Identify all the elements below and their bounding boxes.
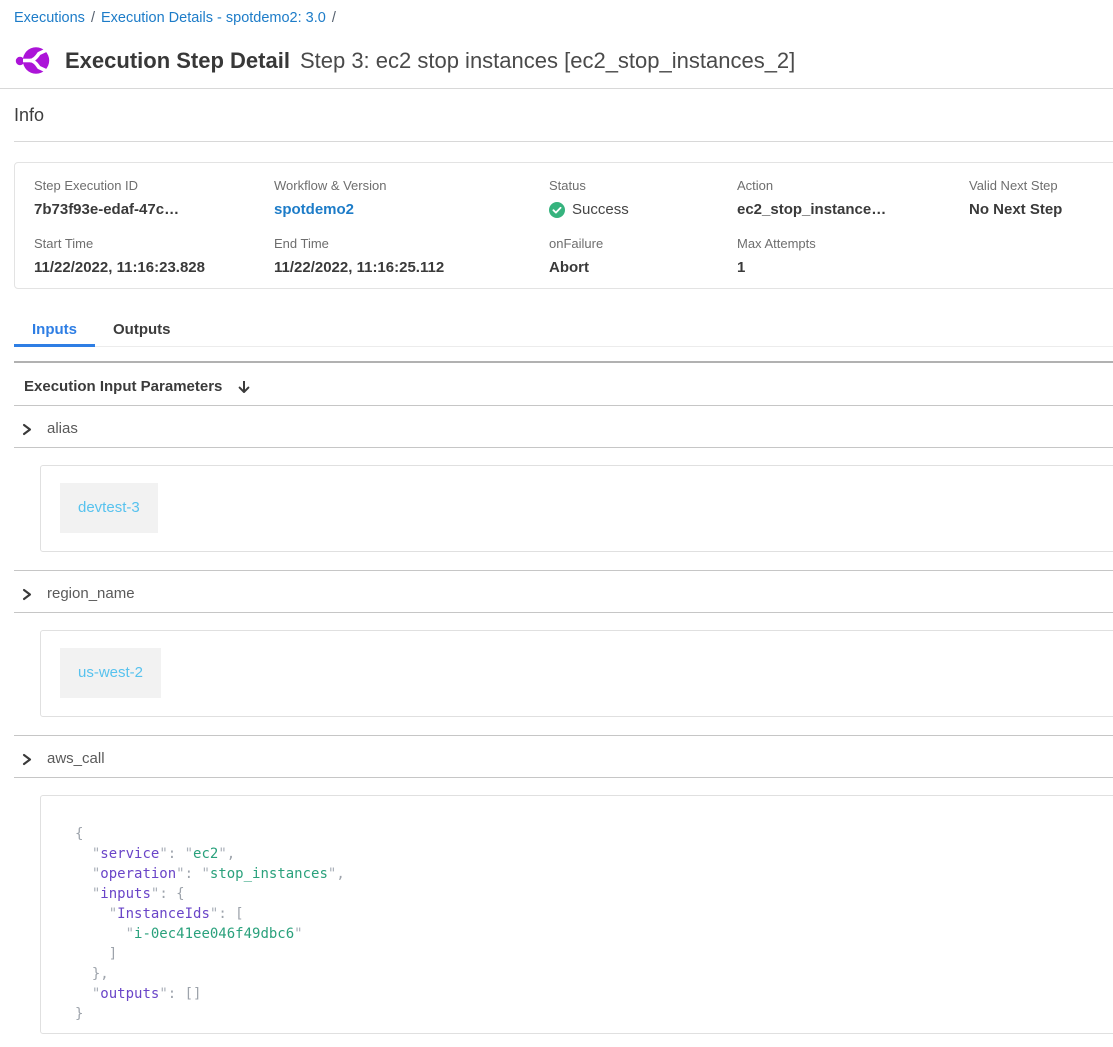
field-value: 7b73f93e-edaf-47c…: [34, 200, 274, 219]
field-value: 1: [737, 258, 969, 277]
field-label: End Time: [274, 236, 549, 251]
page-title: Execution Step Detail: [65, 48, 290, 74]
field-label: Status: [549, 178, 737, 193]
param-name-aws-call: aws_call: [47, 750, 105, 768]
workflow-link[interactable]: spotdemo2: [274, 200, 549, 219]
breadcrumb-separator: /: [91, 10, 95, 26]
row-divider: [14, 612, 1113, 613]
field-label: Action: [737, 178, 969, 193]
param-name-alias: alias: [47, 420, 78, 438]
tab-outputs[interactable]: Outputs: [95, 314, 189, 347]
field-value: 11/22/2022, 11:16:23.828: [34, 258, 274, 277]
field-label: Step Execution ID: [34, 178, 274, 193]
page-subtitle: Step 3: ec2 stop instances [ec2_stop_ins…: [300, 48, 795, 74]
info-divider: [14, 141, 1113, 142]
title-divider: [0, 88, 1113, 89]
field-action: Action ec2_stop_instance…: [737, 178, 969, 219]
aws-call-json-panel: { "service": "ec2", "operation": "stop_i…: [40, 795, 1113, 1034]
info-section-heading: Info: [14, 105, 1113, 126]
field-value: ec2_stop_instance…: [737, 200, 969, 219]
field-value: No Next Step: [969, 200, 1113, 219]
chevron-right-icon[interactable]: [20, 588, 33, 601]
chevron-right-icon[interactable]: [20, 423, 33, 436]
chevron-right-icon[interactable]: [20, 753, 33, 766]
field-workflow-version: Workflow & Version spotdemo2: [274, 178, 549, 219]
breadcrumb-link-execution-details[interactable]: Execution Details - spotdemo2: 3.0: [101, 10, 326, 26]
alias-value-panel: devtest-3: [40, 465, 1113, 552]
region-name-value-panel: us-west-2: [40, 630, 1113, 717]
download-arrow-icon[interactable]: [236, 379, 252, 395]
alias-value-chip: devtest-3: [60, 483, 158, 533]
row-divider: [14, 777, 1113, 778]
field-valid-next-step: Valid Next Step No Next Step: [969, 178, 1113, 219]
page-header: Execution Step Detail Step 3: ec2 stop i…: [14, 45, 1113, 76]
field-label: Workflow & Version: [274, 178, 549, 193]
param-row-region-name[interactable]: region_name: [0, 571, 1113, 612]
success-check-icon: [549, 202, 565, 218]
inputs-outputs-tabs: Inputs Outputs: [14, 314, 1113, 347]
region-name-value-chip: us-west-2: [60, 648, 161, 698]
field-value: Abort: [549, 258, 737, 277]
field-max-attempts: Max Attempts 1: [737, 236, 969, 277]
execution-input-parameters-title: Execution Input Parameters: [24, 377, 222, 396]
breadcrumb: Executions / Execution Details - spotdem…: [14, 10, 1099, 26]
breadcrumb-link-executions[interactable]: Executions: [14, 10, 85, 26]
field-label: Max Attempts: [737, 236, 969, 251]
field-end-time: End Time 11/22/2022, 11:16:25.112: [274, 236, 549, 277]
execution-input-parameters-header: Execution Input Parameters: [0, 363, 1113, 405]
field-value: 11/22/2022, 11:16:25.112: [274, 258, 549, 277]
field-start-time: Start Time 11/22/2022, 11:16:23.828: [34, 236, 274, 277]
row-divider: [14, 447, 1113, 448]
field-step-execution-id: Step Execution ID 7b73f93e-edaf-47c…: [34, 178, 274, 219]
field-onfailure: onFailure Abort: [549, 236, 737, 277]
param-name-region-name: region_name: [47, 585, 135, 603]
workflow-app-icon: [14, 45, 52, 76]
step-info-card: Step Execution ID 7b73f93e-edaf-47c… Wor…: [14, 162, 1113, 289]
field-label: Start Time: [34, 236, 274, 251]
param-row-alias[interactable]: alias: [0, 406, 1113, 447]
status-badge: Success: [572, 200, 629, 219]
param-row-aws-call[interactable]: aws_call: [0, 736, 1113, 777]
field-status: Status Success: [549, 178, 737, 219]
field-label: Valid Next Step: [969, 178, 1113, 193]
tab-inputs[interactable]: Inputs: [14, 314, 95, 347]
json-code: { "service": "ec2", "operation": "stop_i…: [75, 824, 1113, 1024]
field-label: onFailure: [549, 236, 737, 251]
breadcrumb-trailing-separator: /: [332, 10, 336, 26]
